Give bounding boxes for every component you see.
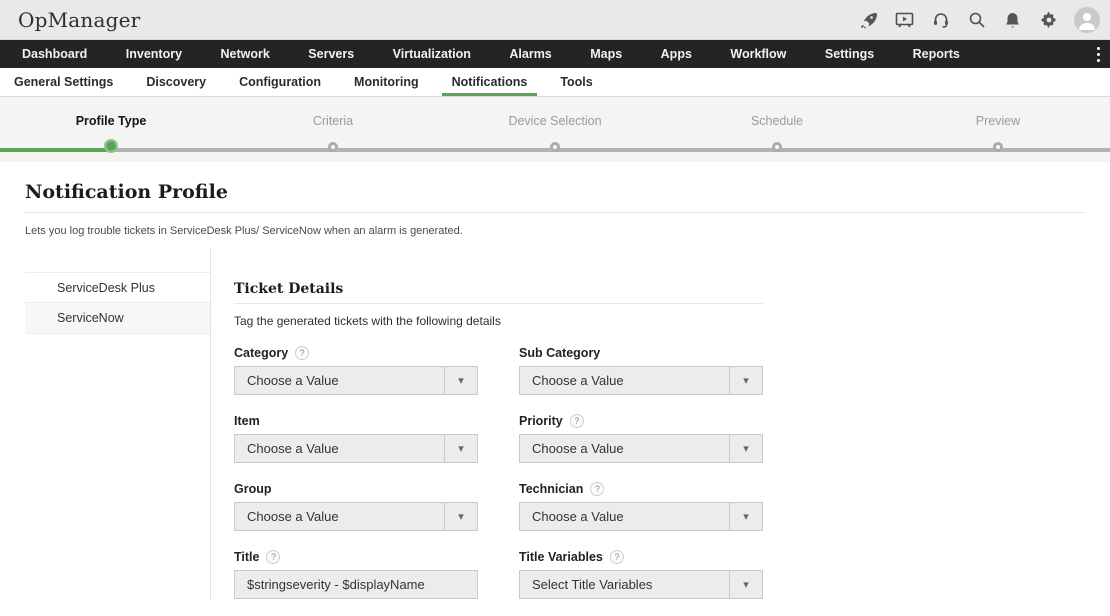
chevron-down-icon [729,367,762,394]
nav-item-virtualization[interactable]: Virtualization [393,47,471,61]
select-value: Choose a Value [235,509,339,524]
nav-item-apps[interactable]: Apps [661,47,692,61]
sub-category-select[interactable]: Choose a Value [519,366,763,395]
category-select[interactable]: Choose a Value [234,366,478,395]
title-divider [25,212,1085,213]
topbar-icon-group [858,7,1110,33]
nav-item-alarms[interactable]: Alarms [509,47,551,61]
step-label-device-selection: Device Selection [508,114,601,128]
user-avatar[interactable] [1074,7,1100,33]
select-value: Choose a Value [520,509,624,524]
select-value: Select Title Variables [520,577,652,592]
section-subtitle: Tag the generated tickets with the follo… [234,314,501,328]
kebab-menu-icon[interactable] [1097,40,1100,68]
technician-select[interactable]: Choose a Value [519,502,763,531]
training-video-icon[interactable] [894,9,915,30]
help-icon[interactable]: ? [266,550,280,564]
sidebar-divider [210,248,211,600]
select-value: Choose a Value [520,441,624,456]
support-headset-icon[interactable] [930,9,951,30]
subtab-general-settings[interactable]: General Settings [4,68,123,96]
select-value: Choose a Value [235,441,339,456]
field-title-variables: Title Variables ? Select Title Variables [519,548,763,599]
field-technician: Technician ? Choose a Value [519,480,763,531]
ticket-details-form: Category ? Choose a Value Sub Category C… [234,344,763,616]
step-label-schedule: Schedule [751,114,803,128]
select-value: Choose a Value [235,373,339,388]
nav-item-reports[interactable]: Reports [913,47,960,61]
help-icon[interactable]: ? [570,414,584,428]
nav-item-inventory[interactable]: Inventory [126,47,182,61]
list-item-servicedesk-plus[interactable]: ServiceDesk Plus [25,272,210,303]
nav-item-workflow[interactable]: Workflow [730,47,786,61]
group-select[interactable]: Choose a Value [234,502,478,531]
step-label-preview: Preview [976,114,1020,128]
field-label: Item [234,414,260,428]
page-title: Notification Profile [25,181,228,203]
gear-icon[interactable] [1038,9,1059,30]
field-item: Item Choose a Value [234,412,478,463]
nav-item-dashboard[interactable]: Dashboard [22,47,87,61]
nav-item-network[interactable]: Network [221,47,270,61]
nav-item-settings[interactable]: Settings [825,47,874,61]
search-icon[interactable] [966,9,987,30]
field-label: Priority [519,414,563,428]
chevron-down-icon [444,367,477,394]
subtab-notifications[interactable]: Notifications [442,68,538,96]
step-dot-preview[interactable] [993,142,1003,152]
chevron-down-icon [444,435,477,462]
select-value: Choose a Value [520,373,624,388]
field-label: Group [234,482,272,496]
step-dot-schedule[interactable] [772,142,782,152]
priority-select[interactable]: Choose a Value [519,434,763,463]
title-input[interactable] [234,570,478,599]
field-label: Sub Category [519,346,600,360]
nav-item-servers[interactable]: Servers [308,47,354,61]
help-icon[interactable]: ? [295,346,309,360]
subtab-monitoring[interactable]: Monitoring [344,68,429,96]
step-label-criteria: Criteria [313,114,353,128]
field-label: Title Variables [519,550,603,564]
nav-item-maps[interactable]: Maps [590,47,622,61]
chevron-down-icon [444,503,477,530]
chevron-down-icon [729,571,762,598]
field-title: Title ? [234,548,478,599]
bell-icon[interactable] [1002,9,1023,30]
main-nav-items: Dashboard Inventory Network Servers Virt… [0,47,1110,61]
field-label: Category [234,346,288,360]
help-icon[interactable]: ? [610,550,624,564]
main-nav: Dashboard Inventory Network Servers Virt… [0,40,1110,68]
section-title: Ticket Details [234,281,343,297]
step-dot-device-selection[interactable] [550,142,560,152]
section-divider [234,303,763,304]
chevron-down-icon [729,503,762,530]
field-label: Title [234,550,259,564]
subtab-configuration[interactable]: Configuration [229,68,331,96]
field-group: Group Choose a Value [234,480,478,531]
chevron-down-icon [729,435,762,462]
app-logo: OpManager [18,8,140,32]
opmanager-app: OpManager [0,0,1110,600]
field-sub-category: Sub Category Choose a Value [519,344,763,395]
subtab-tools[interactable]: Tools [550,68,602,96]
step-dot-profile-type[interactable] [104,139,118,153]
ticket-tool-list: ServiceDesk Plus ServiceNow [25,272,210,334]
rocket-icon[interactable] [858,9,879,30]
title-variables-select[interactable]: Select Title Variables [519,570,763,599]
wizard-stepper: Profile Type Criteria Device Selection S… [0,97,1110,162]
subtab-discovery[interactable]: Discovery [136,68,216,96]
step-dot-criteria[interactable] [328,142,338,152]
settings-subnav: General Settings Discovery Configuration… [0,68,1110,97]
top-bar: OpManager [0,0,1110,40]
item-select[interactable]: Choose a Value [234,434,478,463]
list-item-servicenow[interactable]: ServiceNow [25,303,210,334]
stepper-track-completed [0,148,111,152]
field-category: Category ? Choose a Value [234,344,478,395]
help-icon[interactable]: ? [590,482,604,496]
step-label-profile-type: Profile Type [76,114,147,128]
field-priority: Priority ? Choose a Value [519,412,763,463]
field-label: Technician [519,482,583,496]
page-description: Lets you log trouble tickets in ServiceD… [25,225,463,237]
